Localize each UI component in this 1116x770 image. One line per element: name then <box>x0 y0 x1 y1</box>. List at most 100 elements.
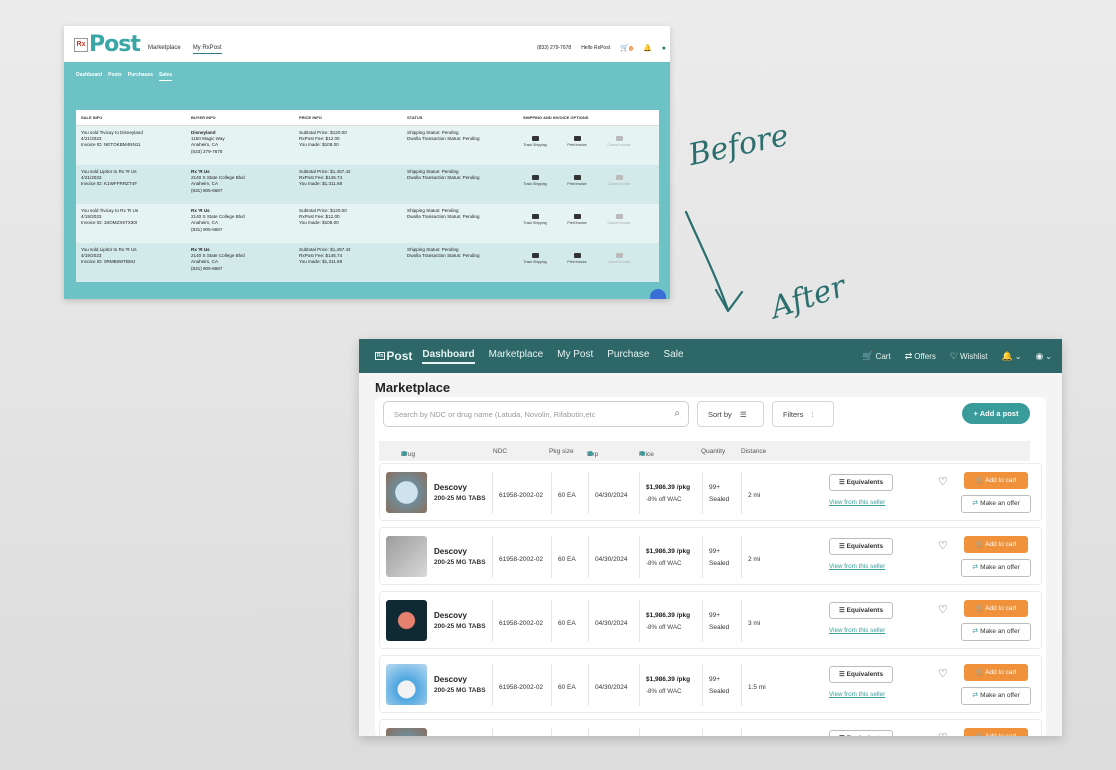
make-offer-button[interactable]: ⇄ Make an offer <box>961 623 1031 641</box>
after-header-right: 🛒 Cart ⇄ Offers ♡ Wishlist 🔔 ⌄ ◉ ⌄ <box>862 351 1052 362</box>
user-icon[interactable]: ● <box>662 45 666 52</box>
list-item: Descovy 200-25 MG TABS 61958-2002-02 60 EA 0… <box>379 655 1042 713</box>
before-subnav-dashboard[interactable]: Dashboard <box>76 72 102 81</box>
track-shipping-button[interactable]: Track Shipping <box>523 136 547 165</box>
heart-icon[interactable]: ♡ <box>938 603 948 616</box>
add-to-cart-button[interactable]: 🛒 Add to cart <box>964 536 1028 553</box>
column-divider <box>551 472 552 514</box>
column-divider <box>492 472 493 514</box>
quantity-value: 99+ <box>709 548 721 555</box>
view-seller-link[interactable]: View from this seller <box>829 691 885 698</box>
before-nav-myrxpost[interactable]: My RxPost <box>192 45 222 54</box>
cart-icon[interactable]: 🛒1 <box>620 44 634 52</box>
heart-icon[interactable]: ♡ <box>938 475 948 488</box>
buyer-cell: Rx 'R Us 2140 S State College Blvd Anaheim… <box>191 208 299 243</box>
drug-image[interactable] <box>386 600 427 641</box>
sealed-label: Sealed <box>709 496 730 503</box>
add-to-cart-button[interactable]: 🛒 Add to cart <box>964 472 1028 489</box>
nav-dashboard[interactable]: Dashboard <box>422 349 475 364</box>
drug-image[interactable] <box>386 472 427 513</box>
equivalents-button[interactable]: ☰ Equivalents <box>829 666 893 683</box>
make-offer-label: Make an offer <box>980 692 1020 699</box>
drug-image[interactable] <box>386 664 427 705</box>
print-invoice-button[interactable]: Print Invoice <box>565 175 589 204</box>
column-divider <box>741 664 742 706</box>
sort-button[interactable]: Sort by ☰ <box>697 401 764 427</box>
chat-icon[interactable] <box>650 289 666 299</box>
nav-purchase[interactable]: Purchase <box>607 349 649 364</box>
view-seller-link[interactable]: View from this seller <box>829 563 885 570</box>
make-offer-button[interactable]: ⇄ Make an offer <box>961 687 1031 705</box>
equivalents-label: Equivalents <box>846 543 884 550</box>
price-value: $1,986.39 /pkg <box>646 484 691 491</box>
before-subnav-sales[interactable]: Sales <box>159 72 173 81</box>
exp-value: 04/30/2024 <box>595 492 628 499</box>
cart-label: Cart <box>875 351 891 361</box>
drug-image[interactable] <box>386 536 427 577</box>
search-placeholder: Search by NDC or drug name (Latuda, Novo… <box>394 410 596 419</box>
equivalents-button[interactable]: ☰ Equivalents <box>829 602 893 619</box>
notifications-button[interactable]: 🔔 ⌄ <box>1002 351 1022 362</box>
make-offer-button[interactable]: ⇄ Make an offer <box>961 495 1031 513</box>
cancel-invoice-button[interactable]: Cancel Invoice <box>607 214 631 243</box>
bell-icon[interactable]: 🔔 <box>643 44 652 52</box>
add-post-button[interactable]: + Add a post <box>962 403 1030 424</box>
heart-icon[interactable]: ♡ <box>938 731 948 736</box>
track-shipping-button-label: Track Shipping <box>523 221 547 225</box>
offer-icon: ⇄ <box>972 500 979 507</box>
before-subnav-posts[interactable]: Posts <box>108 72 122 81</box>
search-input[interactable]: Search by NDC or drug name (Latuda, Novo… <box>383 401 689 427</box>
nav-my-post[interactable]: My Post <box>557 349 593 364</box>
filters-button[interactable]: Filters ⫶ <box>772 401 834 427</box>
track-shipping-button[interactable]: Track Shipping <box>523 214 547 243</box>
heart-icon[interactable]: ♡ <box>938 539 948 552</box>
account-button[interactable]: ◉ ⌄ <box>1035 351 1052 362</box>
nav-marketplace[interactable]: Marketplace <box>489 349 543 364</box>
col-distance: Distance <box>741 447 767 455</box>
equivalents-button[interactable]: ☰ Equivalents <box>829 538 893 555</box>
cancel-invoice-button[interactable]: Cancel Invoice <box>607 175 631 204</box>
cancel-invoice-button[interactable]: Cancel Invoice <box>607 136 631 165</box>
offers-link[interactable]: ⇄ Offers <box>905 351 936 362</box>
cancel-invoice-button[interactable]: Cancel Invoice <box>607 253 631 282</box>
heart-icon[interactable]: ♡ <box>938 667 948 680</box>
track-shipping-icon <box>531 214 539 219</box>
ndc-value: 61958-2002-02 <box>499 684 544 691</box>
column-divider <box>551 536 552 578</box>
view-seller-link[interactable]: View from this seller <box>829 499 885 506</box>
cancel-invoice-button-label: Cancel Invoice <box>607 221 631 225</box>
add-to-cart-button[interactable]: 🛒 Add to cart <box>964 728 1028 736</box>
search-icon[interactable]: ⌕ <box>674 408 680 419</box>
print-invoice-button[interactable]: Print Invoice <box>565 136 589 165</box>
make-offer-button[interactable]: ⇄ Make an offer <box>961 559 1031 577</box>
add-to-cart-button[interactable]: 🛒 Add to cart <box>964 664 1028 681</box>
track-shipping-button[interactable]: Track Shipping <box>523 175 547 204</box>
sale-cell-line: Invoice ID: NETOKBM4NN11 <box>81 142 141 148</box>
column-divider <box>741 600 742 642</box>
view-seller-link[interactable]: View from this seller <box>829 627 885 634</box>
equivalents-button[interactable]: ☰ Equivalents <box>829 474 893 491</box>
cart-icon: 🛒 <box>862 350 874 361</box>
wac-discount: -8% off WAC <box>646 688 682 695</box>
column-divider <box>741 728 742 736</box>
track-shipping-button[interactable]: Track Shipping <box>523 253 547 282</box>
before-logo[interactable]: Rx Post <box>74 32 141 57</box>
equivalents-icon: ☰ <box>838 671 847 678</box>
before-nav-marketplace[interactable]: Marketplace <box>148 45 181 54</box>
column-divider <box>639 728 640 736</box>
print-invoice-button[interactable]: Print Invoice <box>565 253 589 282</box>
add-to-cart-button[interactable]: 🛒 Add to cart <box>964 600 1028 617</box>
nav-sale[interactable]: Sale <box>664 349 684 364</box>
offer-icon: ⇄ <box>972 564 979 571</box>
drug-image[interactable] <box>386 728 427 736</box>
after-logo[interactable]: Rx Post <box>375 349 412 363</box>
column-divider <box>741 536 742 578</box>
before-subnav: Dashboard Posts Purchases Sales <box>76 72 173 81</box>
column-divider <box>492 664 493 706</box>
print-invoice-button[interactable]: Print Invoice <box>565 214 589 243</box>
equivalents-button[interactable]: ☰ Equivalents <box>829 730 893 736</box>
cart-link[interactable]: 🛒 Cart <box>862 351 890 362</box>
wishlist-link[interactable]: ♡ Wishlist <box>950 351 988 362</box>
chevron-down-icon: ⌄ <box>1014 351 1022 361</box>
before-subnav-purchases[interactable]: Purchases <box>128 72 153 81</box>
